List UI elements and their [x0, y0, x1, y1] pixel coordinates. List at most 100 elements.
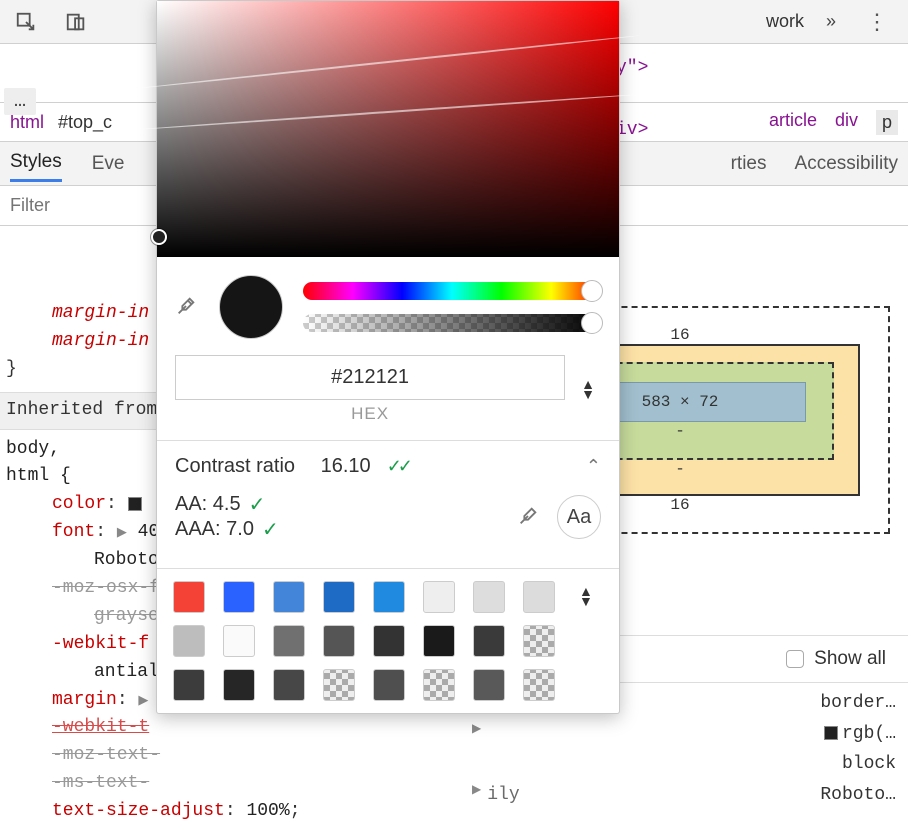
expand-icon[interactable]: ▶ — [117, 525, 127, 540]
selector-html[interactable]: html { — [6, 466, 71, 486]
computed-value: border… — [820, 688, 896, 719]
palette-swatch[interactable] — [223, 625, 255, 657]
chevron-down-icon: ▼ — [579, 597, 597, 607]
tab-events[interactable]: Eve — [92, 153, 125, 175]
palette-swatch[interactable] — [523, 581, 555, 613]
val-roboto: Roboto — [94, 550, 159, 570]
show-all-label: Show all — [814, 648, 886, 670]
chevron-down-icon: ▼ — [581, 390, 595, 400]
hue-slider[interactable] — [303, 282, 601, 300]
computed-name — [472, 749, 842, 780]
palette-swatch[interactable] — [373, 669, 405, 701]
palette-swatch[interactable] — [273, 581, 305, 613]
crumb-top[interactable]: #top_c — [58, 112, 112, 133]
computed-name: ily — [487, 780, 820, 811]
palette-swatch[interactable] — [223, 669, 255, 701]
palette-swatch[interactable] — [323, 625, 355, 657]
menu-dots-icon[interactable]: ⋮ — [858, 9, 896, 35]
triangle-icon[interactable]: ▶ — [472, 719, 481, 750]
prop-color[interactable]: color — [52, 494, 106, 514]
palette-swatch[interactable] — [373, 625, 405, 657]
color-chip-icon — [824, 726, 838, 740]
expand-icon-2[interactable]: ▶ — [138, 693, 148, 708]
prop-text-size-adjust[interactable]: text-size-adjust — [52, 801, 225, 821]
palette-swatch[interactable] — [173, 581, 205, 613]
prop-font[interactable]: font — [52, 522, 95, 542]
computed-row[interactable]: ▶ rgb(… — [472, 719, 896, 750]
check-icon: ✓ — [262, 517, 279, 542]
palette: ▲▼ — [157, 569, 619, 713]
palette-swatch[interactable] — [323, 581, 355, 613]
palette-swatch[interactable] — [373, 581, 405, 613]
collapsed-ellipsis[interactable]: … — [4, 88, 36, 115]
hex-input[interactable] — [175, 355, 565, 400]
saturation-cursor[interactable] — [151, 229, 167, 245]
prop-ms-text[interactable]: -ms-text- — [6, 770, 456, 798]
computed-value: block — [842, 749, 896, 780]
dom-node-body[interactable]: y"> — [616, 58, 648, 78]
saturation-area[interactable] — [157, 1, 619, 257]
contrast-curve-line — [134, 93, 642, 131]
current-color-swatch — [219, 275, 283, 339]
crumb-p[interactable]: p — [876, 110, 898, 135]
tabs-overflow-icon[interactable]: » — [826, 11, 836, 32]
palette-stepper[interactable]: ▲▼ — [573, 587, 603, 607]
palette-swatch[interactable] — [423, 581, 455, 613]
alpha-thumb[interactable] — [581, 312, 603, 334]
val-antialiased: antial — [94, 662, 159, 682]
color-picker: HEX ▲▼ Contrast ratio 16.10 ✓✓ ⌃ AA: 4.5… — [156, 0, 620, 714]
palette-swatch[interactable] — [273, 669, 305, 701]
crumb-div[interactable]: div — [835, 110, 858, 135]
bg-eyedropper-icon[interactable] — [517, 505, 541, 529]
contrast-curve-line — [134, 34, 642, 89]
contrast-ratio-row[interactable]: Contrast ratio 16.10 ✓✓ ⌃ — [157, 441, 619, 492]
crumb-article[interactable]: article — [769, 110, 817, 135]
show-all-checkbox[interactable] — [786, 650, 804, 668]
computed-value: Roboto… — [820, 780, 896, 811]
tab-network[interactable]: work — [766, 11, 804, 32]
palette-swatch[interactable] — [173, 625, 205, 657]
hue-thumb[interactable] — [581, 280, 603, 302]
tab-accessibility[interactable]: Accessibility — [795, 153, 898, 175]
val-tsa[interactable]: 100% — [246, 801, 289, 821]
color-swatch-icon[interactable] — [128, 497, 142, 511]
computed-row[interactable]: ▶ ily Roboto… — [472, 780, 896, 811]
text-sample-button[interactable]: Aa — [557, 495, 601, 539]
prop-margin-inline-2[interactable]: margin-in — [52, 331, 149, 351]
prop-margin[interactable]: margin — [52, 690, 117, 710]
computed-value: rgb(… — [824, 719, 896, 750]
device-toggle-icon[interactable] — [62, 8, 90, 36]
palette-swatch[interactable] — [423, 669, 455, 701]
prop-webkit-font[interactable]: -webkit-f — [52, 634, 149, 654]
palette-swatch[interactable] — [323, 669, 355, 701]
palette-swatch[interactable] — [473, 581, 505, 613]
prop-moz-text[interactable]: -moz-text- — [6, 742, 456, 770]
palette-swatch[interactable] — [473, 669, 505, 701]
format-stepper[interactable]: ▲▼ — [575, 380, 601, 400]
palette-swatch[interactable] — [223, 581, 255, 613]
computed-row[interactable]: block — [472, 749, 896, 780]
palette-swatch[interactable] — [473, 625, 505, 657]
palette-swatch[interactable] — [273, 625, 305, 657]
inspect-element-icon[interactable] — [12, 8, 40, 36]
palette-swatch[interactable] — [523, 669, 555, 701]
tab-properties[interactable]: rties — [731, 153, 767, 175]
palette-swatch[interactable] — [423, 625, 455, 657]
check-icon: ✓ — [249, 492, 266, 517]
computed-name — [487, 719, 824, 750]
palette-swatch[interactable] — [523, 625, 555, 657]
dom-node-div[interactable]: iv> — [616, 120, 648, 140]
chevron-up-icon[interactable]: ⌃ — [586, 456, 601, 477]
prop-webkit-text[interactable]: -webkit-t — [6, 714, 456, 742]
triangle-icon[interactable]: ▶ — [472, 780, 481, 811]
selector-body[interactable]: body, — [6, 439, 60, 459]
contrast-aaa-label: AAA: 7.0 — [175, 518, 254, 541]
contrast-value: 16.10 — [321, 455, 371, 478]
rule-close-brace: } — [6, 359, 17, 379]
alpha-slider[interactable] — [303, 314, 601, 332]
prop-margin-inline-1[interactable]: margin-in — [52, 303, 149, 323]
eyedropper-icon[interactable] — [175, 295, 199, 319]
tab-styles[interactable]: Styles — [10, 151, 62, 182]
palette-swatch[interactable] — [173, 669, 205, 701]
styles-filter-input[interactable] — [0, 189, 160, 222]
